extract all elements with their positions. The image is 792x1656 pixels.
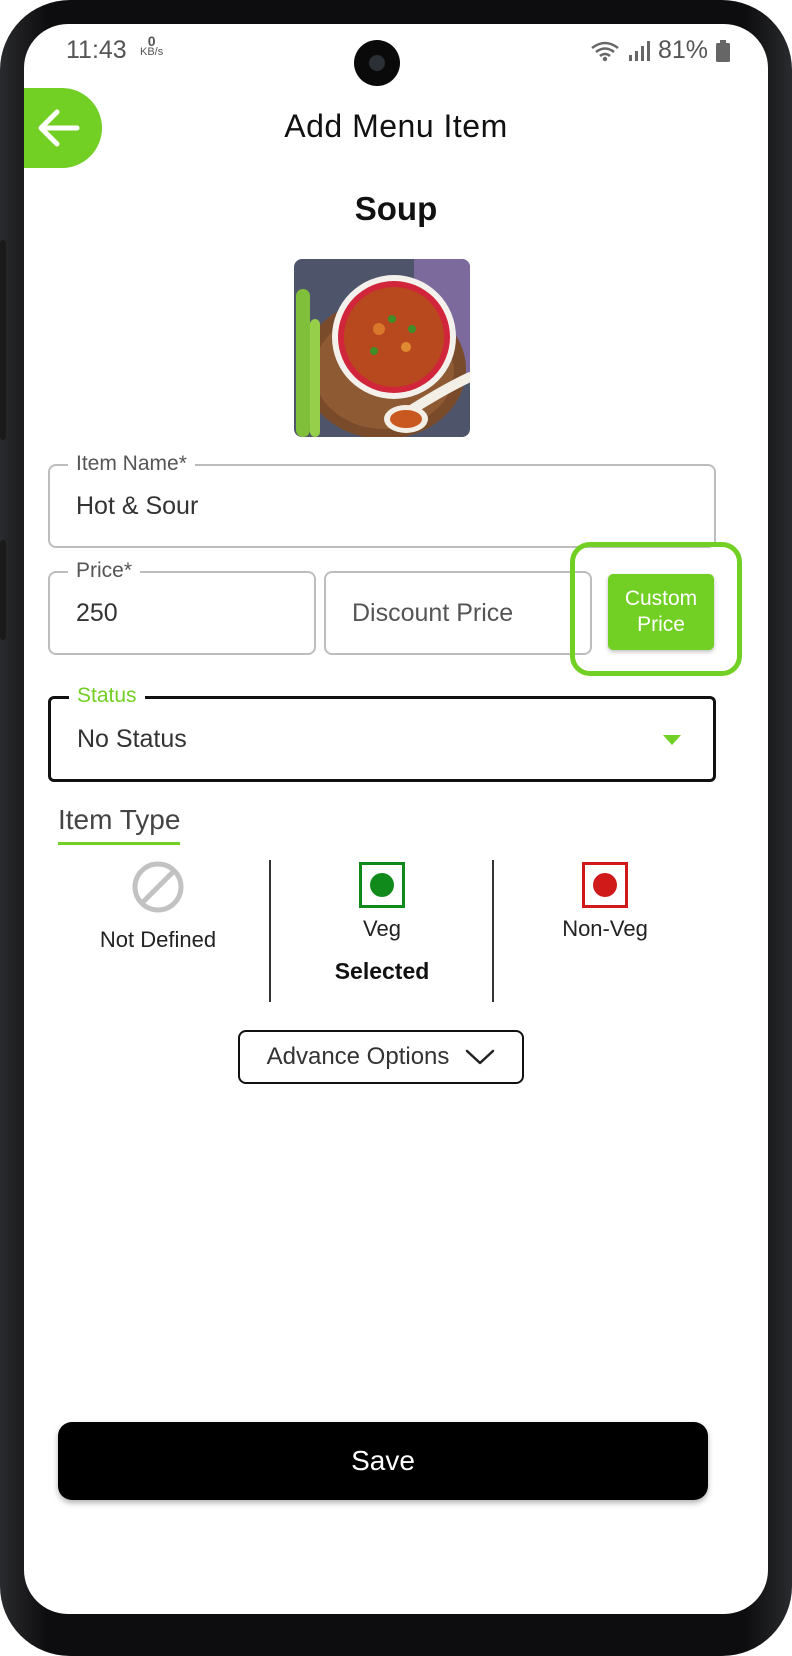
item-type-option-not-defined[interactable]: Not Defined xyxy=(47,860,269,953)
price-value[interactable]: 250 xyxy=(76,599,118,628)
item-image[interactable] xyxy=(294,259,470,437)
item-type-title: Item Type xyxy=(58,804,181,845)
app-screen: 11:43 0 KB/s 81% Add Menu Item Soup Item… xyxy=(24,24,768,1614)
item-name-label: Item Name* xyxy=(68,452,195,476)
advance-options-button[interactable]: Advance Options xyxy=(238,1030,524,1084)
advance-options-label: Advance Options xyxy=(266,1043,450,1070)
signal-icon xyxy=(628,40,650,61)
food-photo-soup xyxy=(294,259,470,437)
status-label: Status xyxy=(69,684,145,708)
status-dropdown[interactable]: Status No Status xyxy=(48,684,716,782)
wifi-icon xyxy=(591,41,619,61)
dropdown-arrow-icon xyxy=(663,735,681,745)
price-label: Price* xyxy=(68,559,141,583)
battery-icon xyxy=(716,39,730,62)
front-camera xyxy=(354,40,400,86)
status-time: 11:43 xyxy=(66,36,127,64)
item-name-value[interactable]: Hot & Sour xyxy=(76,492,198,521)
power-button xyxy=(0,540,6,640)
item-type-option-non-veg[interactable]: Non-Veg xyxy=(494,860,716,942)
not-allowed-icon xyxy=(132,861,184,913)
status-icons: 81% xyxy=(590,36,730,65)
page-title: Add Menu Item xyxy=(284,108,508,144)
category-title: Soup xyxy=(354,190,438,227)
discount-price-placeholder: Discount Price xyxy=(352,599,514,627)
status-value: No Status xyxy=(77,725,187,753)
network-speed: 0 KB/s xyxy=(140,34,164,58)
battery-percent: 81% xyxy=(657,36,708,64)
save-button[interactable]: Save xyxy=(58,1422,708,1500)
discount-price-field[interactable]: Discount Price xyxy=(324,571,592,655)
non-veg-icon xyxy=(582,862,628,908)
price-field[interactable]: Price* 250 xyxy=(48,559,316,655)
veg-label: Veg xyxy=(363,916,401,941)
item-name-field[interactable]: Item Name* Hot & Sour xyxy=(48,452,716,548)
chevron-down-icon xyxy=(466,1049,495,1065)
item-type-option-veg[interactable]: Veg Selected xyxy=(271,860,493,985)
not-defined-label: Not Defined xyxy=(99,927,217,952)
volume-button xyxy=(0,240,6,440)
custom-price-button[interactable]: Custom Price xyxy=(608,574,714,650)
network-speed-unit: KB/s xyxy=(140,46,164,58)
veg-icon xyxy=(359,862,405,908)
selected-indicator: Selected xyxy=(334,958,430,984)
non-veg-label: Non-Veg xyxy=(562,916,648,941)
